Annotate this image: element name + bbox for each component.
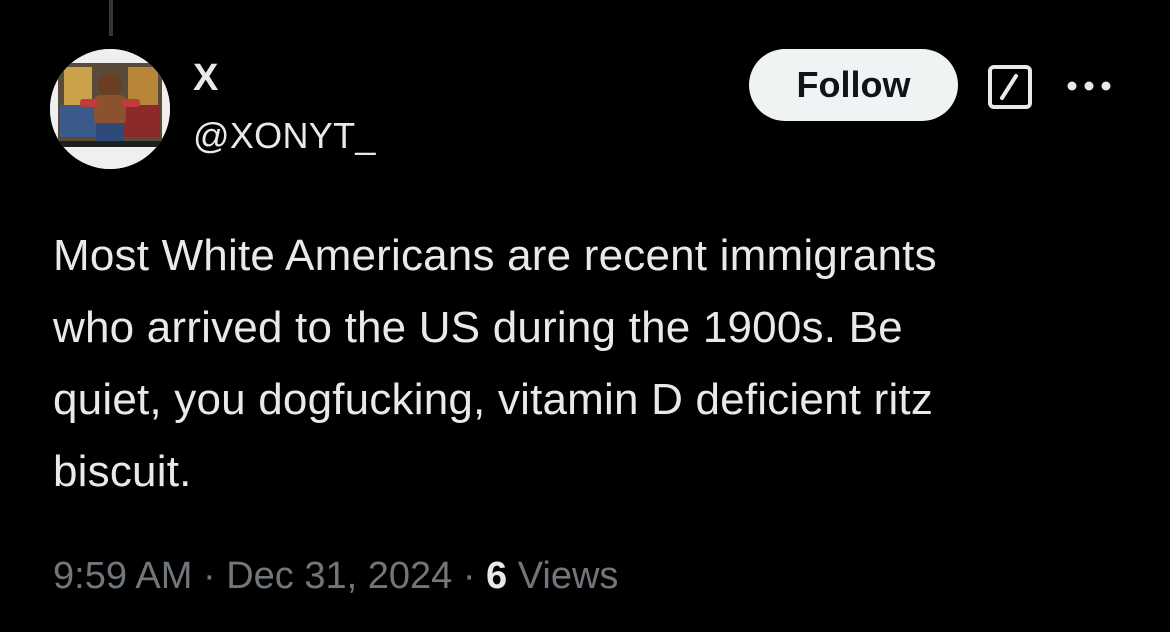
tweet-line: biscuit. <box>53 447 192 496</box>
display-name[interactable]: X <box>193 56 218 100</box>
meta-separator: · <box>202 555 216 597</box>
thread-connector-line <box>109 0 113 36</box>
tweet-line: Most White Americans are recent immigran… <box>53 231 937 280</box>
tweet-text: Most White Americans are recent immigran… <box>53 220 1133 508</box>
tweet-meta: 9:59 AM · Dec 31, 2024 · 6 Views <box>53 552 618 600</box>
views-label[interactable]: Views <box>518 555 619 597</box>
tweet-line: who arrived to the US during the 1900s. … <box>53 303 903 352</box>
tweet-date[interactable]: Dec 31, 2024 <box>226 555 452 597</box>
user-handle[interactable]: @XONYT_ <box>193 114 376 158</box>
avatar[interactable] <box>50 49 170 169</box>
tweet-line: quiet, you dogfucking, vitamin D deficie… <box>53 375 934 424</box>
more-icon[interactable] <box>1066 76 1112 96</box>
views-count[interactable]: 6 <box>486 555 507 597</box>
meta-separator: · <box>462 555 476 597</box>
grok-icon[interactable] <box>987 64 1033 110</box>
tweet-time[interactable]: 9:59 AM <box>53 555 192 597</box>
follow-button[interactable]: Follow <box>749 49 958 121</box>
